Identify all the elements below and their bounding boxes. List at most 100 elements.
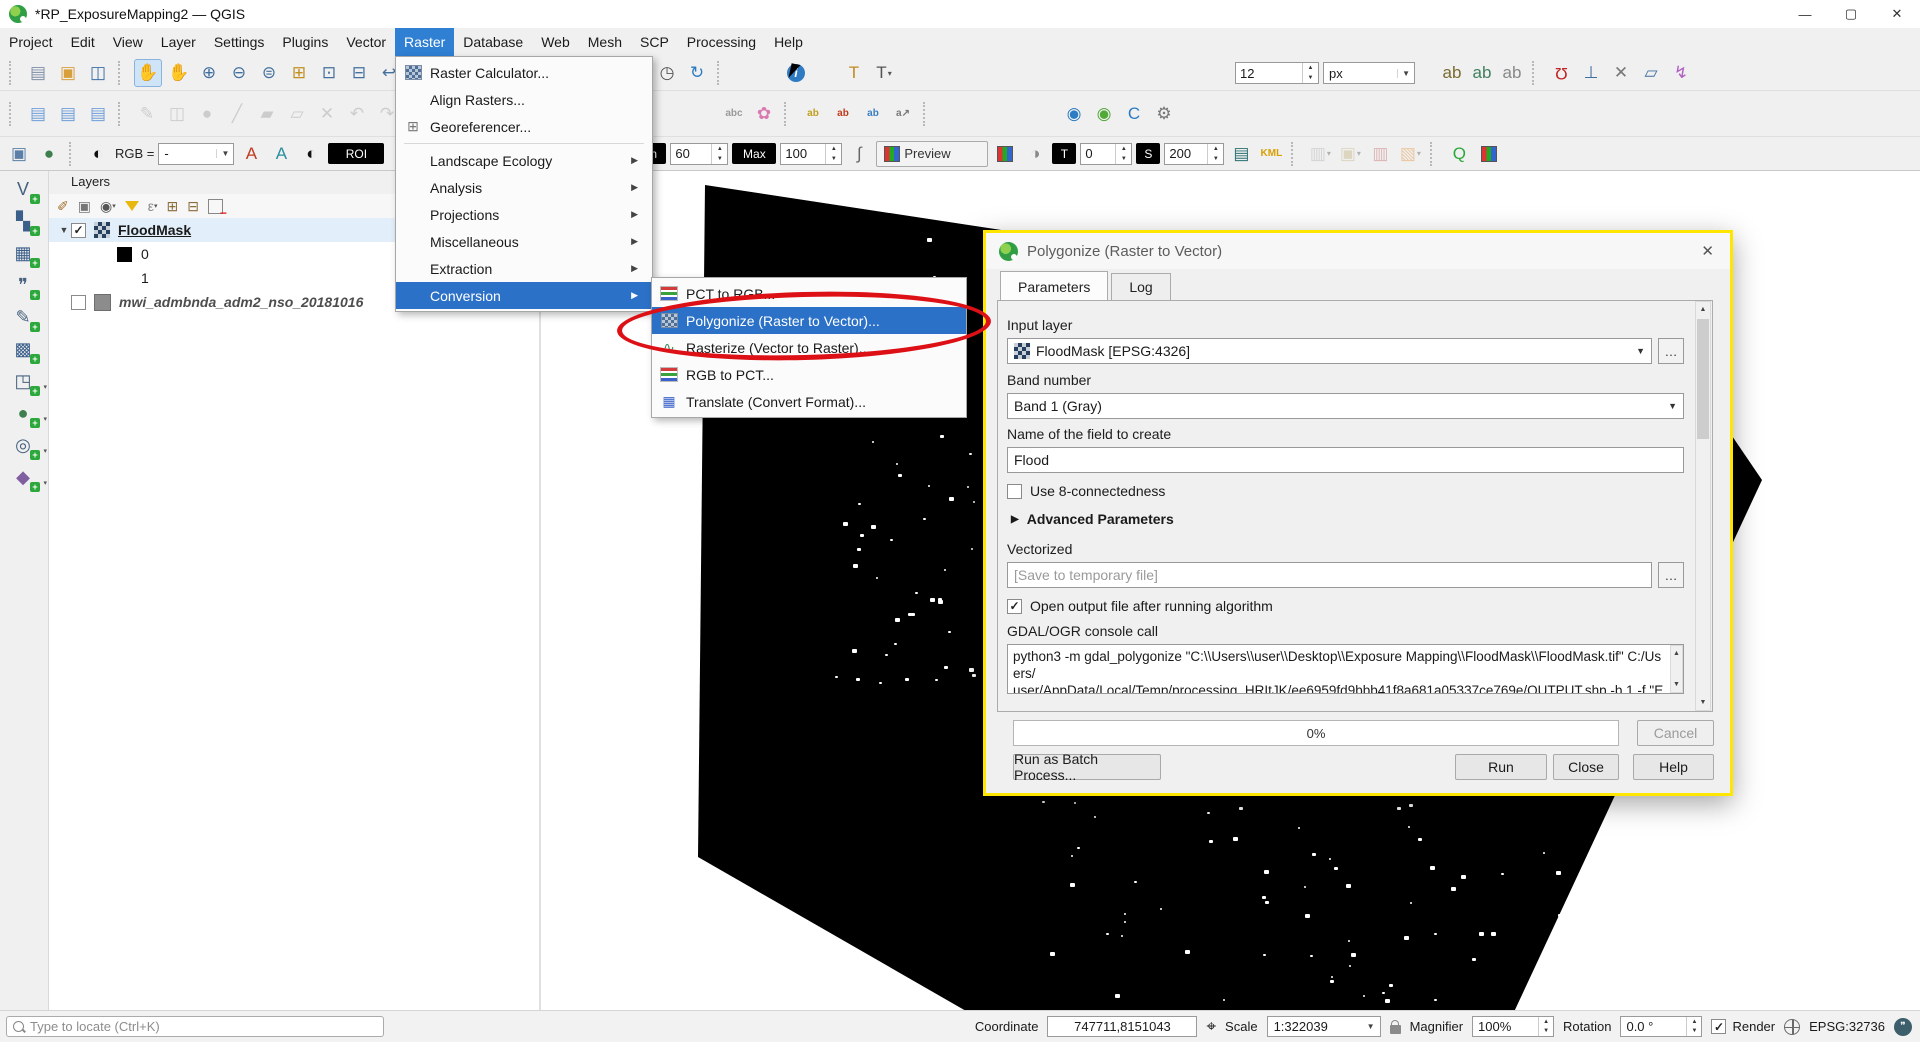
style-copy-icon[interactable]: ▤ <box>25 101 51 127</box>
vertex-edit-icon[interactable]: ▱ <box>284 101 310 127</box>
globe-layers-icon[interactable]: ●+▾ <box>8 399 38 427</box>
run-batch-button[interactable]: Run as Batch Process... <box>1013 754 1161 780</box>
scp-download-icon[interactable]: ● <box>36 141 62 167</box>
kml-icon[interactable]: KML <box>1258 141 1284 167</box>
label-pin-icon[interactable]: ab <box>800 101 826 127</box>
remove-layer-icon[interactable] <box>208 199 223 214</box>
spin-up-icon[interactable]: ▲ <box>1539 1017 1553 1027</box>
font-unit-combo[interactable]: px▼ <box>1323 62 1415 84</box>
menu-item-raster-calculator[interactable]: Raster Calculator... <box>396 59 652 86</box>
spin-arrows[interactable]: ▲▼ <box>711 144 727 164</box>
add-vector-feature-icon[interactable]: V+ <box>8 175 38 203</box>
menu-raster[interactable]: Raster <box>395 28 454 56</box>
eight-connectedness-checkbox[interactable] <box>1007 484 1022 499</box>
change-label-icon[interactable]: ab <box>1499 60 1525 86</box>
style-manager-icon[interactable]: ▤ <box>85 101 111 127</box>
rotation-spin[interactable]: 0.0 °▲▼ <box>1620 1016 1702 1037</box>
quote-tool-icon[interactable]: ❞+ <box>8 271 38 299</box>
console-call-text[interactable]: python3 -m gdal_polygonize "C:\\Users\\u… <box>1007 644 1684 694</box>
add-point-icon[interactable]: ● <box>194 101 220 127</box>
input-layer-combo[interactable]: FloodMask [EPSG:4326] ▼ <box>1007 338 1652 364</box>
font-size-spin[interactable]: 12▲▼ <box>1235 62 1319 84</box>
pan-to-selection-icon[interactable]: ✋ <box>166 60 192 86</box>
menu-project[interactable]: Project <box>0 28 62 56</box>
zoom-full-icon[interactable]: ⊞ <box>286 60 312 86</box>
spin-down-icon[interactable]: ▼ <box>712 154 727 164</box>
min-spin[interactable]: 60▲▼ <box>670 143 728 165</box>
minimize-button[interactable]: — <box>1782 0 1828 28</box>
spin-arrows[interactable]: ▲▼ <box>1686 1017 1701 1036</box>
add-polygon-icon[interactable]: ▰ <box>254 101 280 127</box>
cumulative-stretch-icon[interactable]: ∫ <box>846 141 872 167</box>
rgb-combo[interactable]: -▼ <box>158 143 234 165</box>
tracing-icon[interactable]: ↯ <box>1668 60 1694 86</box>
lock-icon[interactable] <box>1390 1025 1401 1034</box>
intersection-icon[interactable]: ✕ <box>1608 60 1634 86</box>
layer-labeling-icon[interactable]: abc <box>721 101 747 127</box>
spin-up-icon[interactable]: ▲ <box>826 144 841 154</box>
expand-all-icon[interactable]: ⊞ <box>166 198 178 215</box>
scroll-down-icon[interactable]: ▼ <box>1671 677 1682 692</box>
spin-down-icon[interactable]: ▼ <box>1539 1027 1553 1037</box>
rotate-label-icon[interactable]: ab <box>1469 60 1495 86</box>
spin-arrows[interactable]: ▲▼ <box>1302 63 1318 83</box>
menu-item-align-rasters[interactable]: Align Rasters... <box>396 86 652 113</box>
preview-button[interactable]: Preview <box>876 141 988 167</box>
menu-mesh[interactable]: Mesh <box>579 28 631 56</box>
cancel-button[interactable]: Cancel <box>1637 720 1714 746</box>
menu-vector[interactable]: Vector <box>337 28 395 56</box>
add-line-icon[interactable]: ╱ <box>224 101 250 127</box>
temporal-controller-icon[interactable]: ◷ <box>654 60 680 86</box>
edit-raster-icon[interactable]: ▧▾ <box>1397 141 1423 167</box>
vectorized-input[interactable]: [Save to temporary file] <box>1007 562 1652 588</box>
scp-grid-icon[interactable] <box>1476 141 1502 167</box>
label-toolbar-icon[interactable]: T <box>841 60 867 86</box>
processing-settings-icon[interactable]: ⚙ <box>1151 101 1177 127</box>
spin-down-icon[interactable]: ▼ <box>1116 154 1131 164</box>
menu-plugins[interactable]: Plugins <box>273 28 337 56</box>
locate-input[interactable]: Type to locate (Ctrl+K) <box>6 1016 384 1037</box>
scroll-down-icon[interactable]: ▼ <box>1696 695 1710 710</box>
run-button[interactable]: Run <box>1455 754 1547 780</box>
open-project-icon[interactable]: ▣ <box>55 60 81 86</box>
scp-db-icon[interactable]: ▤ <box>1228 141 1254 167</box>
save-edits-icon[interactable]: ◫ <box>164 101 190 127</box>
remove-image-icon[interactable]: ▥ <box>1367 141 1393 167</box>
spin-down-icon[interactable]: ▼ <box>1303 73 1318 83</box>
messages-icon[interactable]: ❞ <box>1894 1018 1912 1036</box>
layers-diamond-icon[interactable]: ◆+▾ <box>8 463 38 491</box>
tab-log[interactable]: Log <box>1111 273 1170 300</box>
layers-plugin-icon[interactable]: ◉ <box>1091 101 1117 127</box>
open-output-checkbox[interactable]: ✓ <box>1007 599 1022 614</box>
topology-icon[interactable]: ⊥ <box>1578 60 1604 86</box>
vectorized-browse-button[interactable]: … <box>1658 562 1684 588</box>
render-checkbox[interactable]: ✓ <box>1711 1019 1726 1034</box>
scp-half-icon[interactable]: ◑ <box>1022 141 1048 167</box>
globe-ring-icon[interactable]: ◎+▾ <box>8 431 38 459</box>
help-button[interactable]: Help <box>1633 754 1714 780</box>
scroll-up-icon[interactable]: ▲ <box>1671 646 1682 661</box>
menu-item-landscape-ecology[interactable]: Landscape Ecology▶ <box>396 147 652 174</box>
close-button[interactable]: ✕ <box>1874 0 1920 28</box>
input-layer-browse-button[interactable]: … <box>1658 338 1684 364</box>
manage-map-themes-icon[interactable]: ◉▾ <box>100 198 116 215</box>
menu-help[interactable]: Help <box>765 28 812 56</box>
zoom-in-icon[interactable]: ⊕ <box>196 60 222 86</box>
scp-cursor-icon[interactable]: ◐ <box>298 141 324 167</box>
scp-stretch-b-icon[interactable]: A <box>268 141 294 167</box>
zoom-native-icon[interactable]: ⊜ <box>256 60 282 86</box>
filter-legend-icon[interactable] <box>125 201 139 211</box>
dialog-title-bar[interactable]: Polygonize (Raster to Vector) <box>986 233 1730 269</box>
label-highlight-icon[interactable]: ab <box>830 101 856 127</box>
filter-expression-icon[interactable]: ε▾ <box>148 198 158 214</box>
layer-diagram-icon[interactable]: ✿ <box>751 101 777 127</box>
zoom-to-selection-icon[interactable]: ⊡ <box>316 60 342 86</box>
collapse-all-icon[interactable]: ⊟ <box>187 198 199 215</box>
pan-map-icon[interactable]: ✋ <box>134 59 162 87</box>
spin-arrows[interactable]: ▲▼ <box>1207 144 1223 164</box>
image-layer-icon[interactable]: ▥▾ <box>1307 141 1333 167</box>
scrollbar-thumb[interactable] <box>1697 319 1709 439</box>
band-number-combo[interactable]: Band 1 (Gray) ▼ <box>1007 393 1684 419</box>
scp-bandset-icon[interactable]: ▣ <box>6 141 32 167</box>
refresh-icon[interactable]: ↻ <box>684 60 710 86</box>
